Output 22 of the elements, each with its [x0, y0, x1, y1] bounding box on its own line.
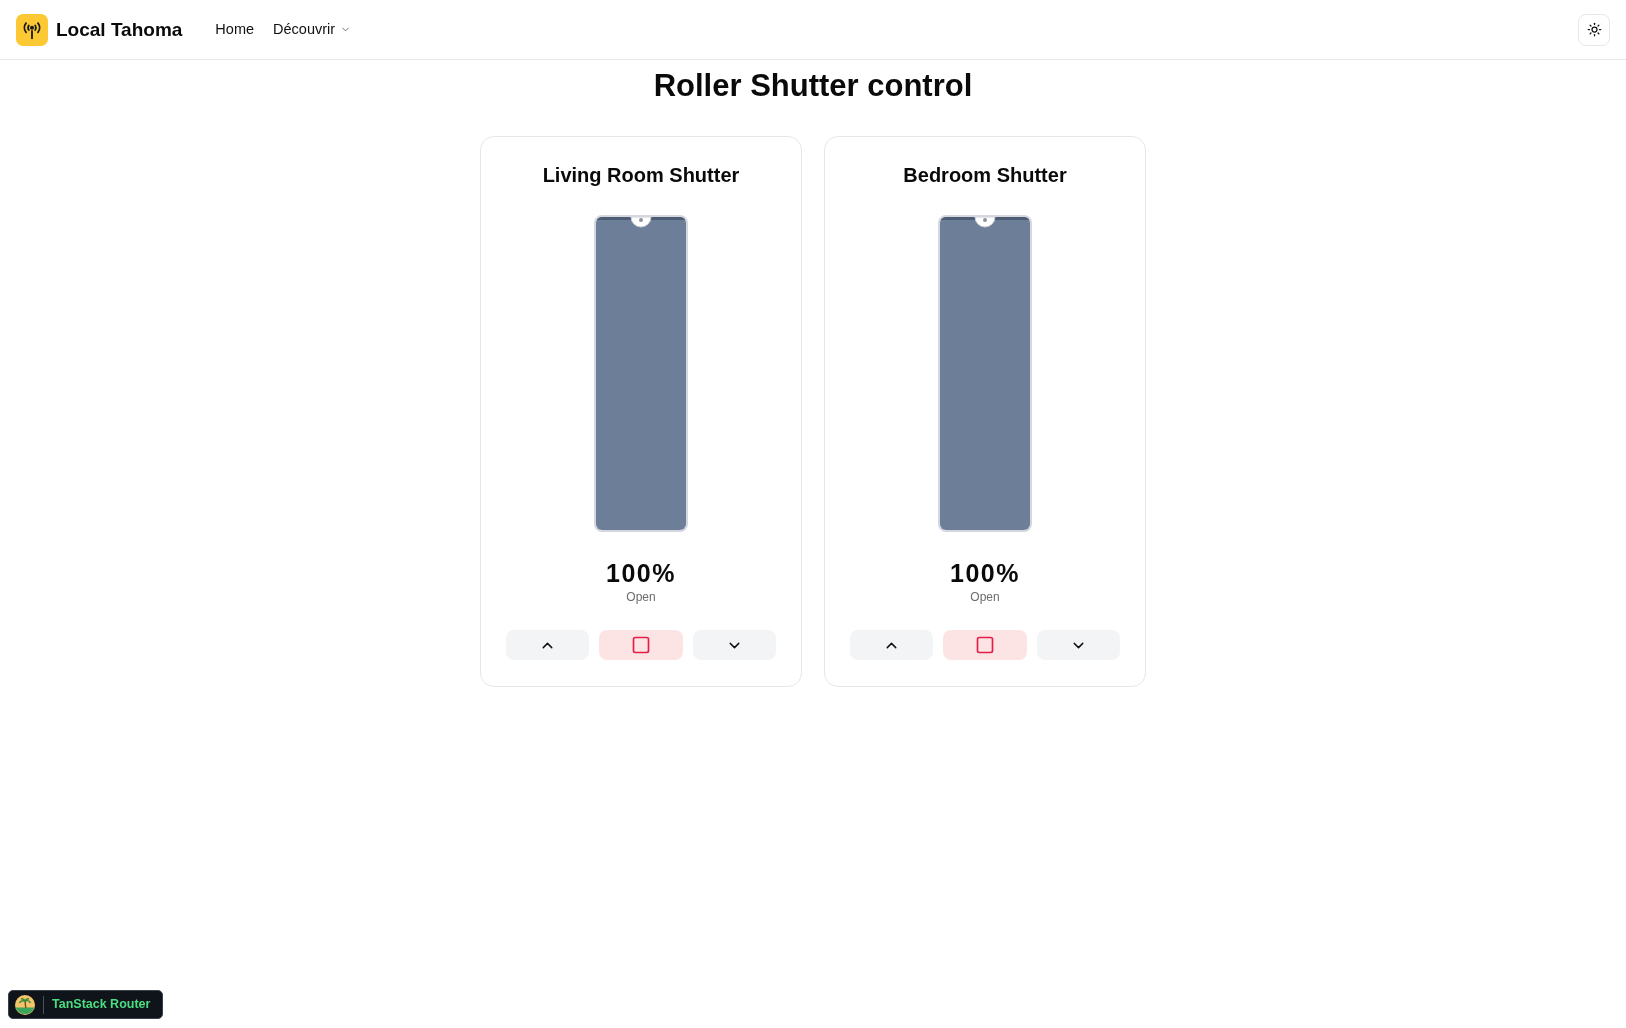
stop-button[interactable] [599, 630, 683, 660]
stop-button[interactable] [943, 630, 1027, 660]
palm-tree-icon [15, 994, 35, 1015]
card-title: Bedroom Shutter [903, 163, 1067, 188]
position-percent: 100% [950, 558, 1020, 589]
card-title: Living Room Shutter [542, 163, 740, 188]
theme-toggle-button[interactable] [1578, 13, 1610, 46]
nav-dropdown[interactable]: Découvrir [273, 18, 352, 41]
sun-icon [1586, 22, 1602, 37]
stop-icon [975, 635, 995, 655]
stop-icon [631, 635, 651, 655]
app-name: Local Tahoma [56, 17, 183, 42]
page-title: Roller Shutter control [653, 68, 973, 104]
slider-thumb[interactable] [630, 217, 652, 228]
devtools-label: TanStack Router [52, 996, 151, 1014]
position-status: Open [970, 589, 1000, 605]
broadcast-icon [16, 13, 48, 46]
position-status: Open [626, 589, 656, 605]
nav-link[interactable]: Home [215, 18, 255, 41]
slider-thumb[interactable] [974, 217, 996, 228]
position-percent: 100% [606, 558, 676, 589]
devtools-button[interactable]: TanStack Router [8, 990, 164, 1019]
